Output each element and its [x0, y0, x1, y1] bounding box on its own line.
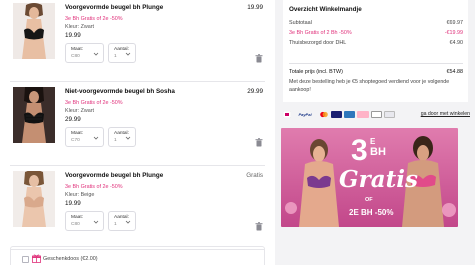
continue-shopping-link[interactable]: ga door met winkelen	[421, 111, 470, 117]
total-value: €54.88	[446, 69, 464, 75]
product-promo: 3e Bh Gratis of 2e -50%	[65, 184, 123, 190]
payment-methods: PayPal ga door met winkelen	[283, 109, 470, 121]
banner-gratis: Gratis	[339, 166, 418, 193]
banner-big-number: 3	[351, 134, 368, 167]
gift-box-checkbox[interactable]	[22, 256, 29, 263]
product-promo: 3e Bh Gratis of 2e -50%	[65, 100, 123, 106]
bancontact-icon	[384, 111, 395, 118]
product-price: 19.99	[247, 4, 263, 11]
product-image[interactable]	[13, 3, 55, 59]
ideal-icon	[283, 111, 291, 118]
shipping-label: Thuisbezorgd door DHL	[289, 40, 347, 46]
trash-icon[interactable]	[255, 138, 263, 147]
chevron-down-icon	[125, 52, 131, 56]
gift-box-option[interactable]: Geschenkdoos (€2.00)	[10, 246, 265, 265]
chevron-down-icon	[125, 220, 131, 224]
product-price: 29.99	[247, 88, 263, 95]
product-unit-price: 19.99	[65, 32, 81, 39]
shipping-value: €4.90	[449, 40, 464, 46]
product-color: Kleur: Beige	[65, 192, 95, 198]
size-select[interactable]: Maat: C80	[65, 211, 104, 231]
product-unit-price: 19.99	[65, 200, 81, 207]
applepay-icon	[371, 111, 382, 118]
quantity-select[interactable]: Aantal: 1	[108, 43, 136, 63]
product-price: Gratis	[246, 172, 263, 179]
size-label: Maat:	[71, 47, 83, 52]
banner-ordinal: E	[370, 137, 376, 146]
product-name[interactable]: Niet-voorgevormde beugel bh Sosha	[65, 88, 175, 95]
product-name[interactable]: Voorgevormde beugel bh Plunge	[65, 4, 163, 11]
discount-value: -€19.99	[444, 30, 463, 36]
amex-icon	[344, 111, 355, 118]
size-value: C80	[71, 222, 80, 227]
mastercard-icon	[320, 111, 328, 118]
size-select[interactable]: Maat: C70	[65, 127, 104, 147]
chevron-down-icon	[125, 136, 131, 140]
size-select[interactable]: Maat: C80	[65, 43, 104, 63]
klarna-icon	[357, 111, 369, 118]
chevron-down-icon	[93, 52, 99, 56]
gift-icon	[32, 254, 41, 263]
paypal-label: PayPal	[298, 112, 312, 117]
product-image[interactable]	[13, 171, 55, 227]
quantity-value: 1	[114, 138, 117, 143]
size-label: Maat:	[71, 215, 83, 220]
product-name[interactable]: Voorgevormde beugel bh Plunge	[65, 172, 163, 179]
banner-bh: BH	[370, 146, 386, 158]
banner-of: OF	[365, 197, 373, 203]
subtotal-value: €69.97	[446, 20, 464, 26]
chevron-down-icon	[93, 136, 99, 140]
product-promo: 3e Bh Gratis of 2e -50%	[65, 16, 123, 22]
size-label: Maat:	[71, 131, 83, 136]
paypal-icon: PayPal	[293, 111, 317, 118]
store-credit-note: Met deze bestelling heb je €5 shoptegoed…	[289, 79, 450, 93]
size-value: C70	[71, 138, 80, 143]
product-unit-price: 29.99	[65, 116, 81, 123]
summary-title: Overzicht Winkelmandje	[289, 6, 362, 13]
trash-icon[interactable]	[255, 222, 263, 231]
promo-banner[interactable]: 3 E BH Gratis OF 2E BH -50%	[281, 128, 458, 227]
product-color: Kleur: Zwart	[65, 24, 95, 30]
cart-item: Niet-voorgevormde beugel bh Sosha 29.99 …	[10, 84, 265, 166]
cart-item: Voorgevormde beugel bh Plunge Gratis 3e …	[10, 168, 265, 250]
quantity-select[interactable]: Aantal: 1	[108, 127, 136, 147]
cart-items-panel: Voorgevormde beugel bh Plunge 19.99 3e B…	[0, 0, 275, 265]
quantity-value: 1	[114, 222, 117, 227]
summary-divider	[289, 63, 463, 64]
product-color: Kleur: Zwart	[65, 108, 95, 114]
total-label: Totale prijs (incl. BTW)	[289, 69, 343, 75]
product-image[interactable]	[13, 87, 55, 143]
quantity-value: 1	[114, 54, 117, 59]
subtotal-label: Subtotaal	[289, 20, 312, 26]
cart-summary: Overzicht Winkelmandje Subtotaal €69.97 …	[283, 0, 468, 102]
quantity-select[interactable]: Aantal: 1	[108, 211, 136, 231]
trash-icon[interactable]	[255, 54, 263, 63]
discount-label: 3e Bh Gratis of 2 Bh -50%	[289, 30, 352, 36]
size-value: C80	[71, 54, 80, 59]
gift-box-label: Geschenkdoos (€2.00)	[43, 256, 98, 262]
visa-icon	[331, 111, 342, 118]
cart-item: Voorgevormde beugel bh Plunge 19.99 3e B…	[10, 0, 265, 82]
chevron-down-icon	[93, 220, 99, 224]
banner-second-line: 2E BH -50%	[349, 208, 394, 217]
